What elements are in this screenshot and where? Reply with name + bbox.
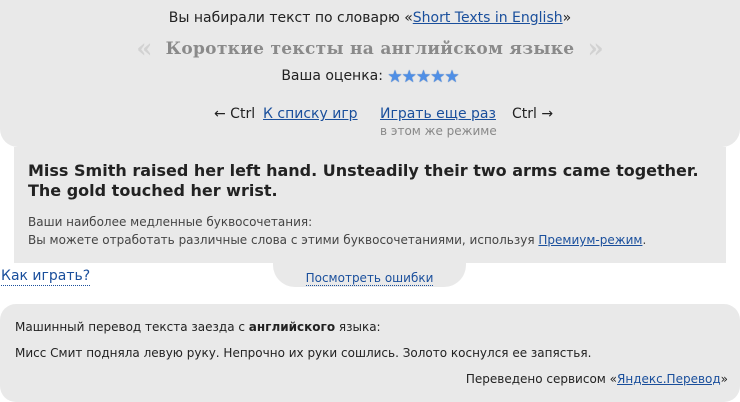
typed-text-panel: Miss Smith raised her left hand. Unstead… <box>14 147 726 263</box>
view-errors-link[interactable]: Посмотреть ошибки <box>305 271 434 286</box>
rating-row: Ваша оценка: ★★★★★ <box>0 68 740 86</box>
slow-combinations-description: Вы можете отработать различные слова с э… <box>28 233 646 247</box>
slow-desc-prefix: Вы можете отработать различные слова с э… <box>28 233 539 247</box>
play-again-subtitle: в этом же режиме <box>380 124 497 138</box>
star-icon[interactable]: ★ <box>387 69 402 86</box>
rating-label: Ваша оценка: <box>281 68 383 84</box>
prev-shortcut-hint: ← Ctrl <box>214 106 256 122</box>
dictionary-suffix: » <box>562 10 572 26</box>
yandex-translate-link[interactable]: Яндекс.Перевод <box>617 372 721 386</box>
translation-credit-suffix: » <box>720 372 728 386</box>
dictionary-prefix: Вы набирали текст по словарю « <box>168 10 413 26</box>
translation-panel: Машинный перевод текста заезда с английс… <box>0 304 740 402</box>
premium-mode-link[interactable]: Премиум-режим <box>538 233 642 247</box>
star-icon[interactable]: ★ <box>416 69 431 86</box>
translation-header: Машинный перевод текста заезда с английс… <box>15 320 381 334</box>
left-quote-icon: « <box>136 34 153 64</box>
typed-text: Miss Smith raised her left hand. Unstead… <box>28 161 699 200</box>
translation-credit: Переведено сервисом «Яндекс.Перевод» <box>466 372 728 386</box>
title-row: « Короткие тексты на английском языке » <box>0 34 740 64</box>
dictionary-line: Вы набирали текст по словарю «Short Text… <box>0 10 740 26</box>
right-quote-icon: » <box>587 34 604 64</box>
translation-credit-prefix: Переведено сервисом « <box>465 372 618 386</box>
play-again-link[interactable]: Играть еще раз <box>380 106 496 122</box>
view-errors-tab[interactable]: Посмотреть ошибки <box>273 263 466 287</box>
translation-header-prefix: Машинный перевод текста заезда с <box>15 320 249 334</box>
slow-combinations-label: Ваши наиболее медленные буквосочетания: <box>28 215 313 229</box>
page-title: Короткие тексты на английском языке <box>165 39 575 59</box>
rating-stars[interactable]: ★★★★★ <box>387 69 459 86</box>
star-icon[interactable]: ★ <box>402 69 417 86</box>
dictionary-link[interactable]: Short Texts in English <box>413 10 563 26</box>
translation-text: Мисс Смит подняла левую руку. Непрочно и… <box>15 346 592 360</box>
slow-desc-suffix: . <box>642 233 647 247</box>
games-list-link[interactable]: К списку игр <box>263 106 358 122</box>
translation-language: английского <box>248 320 336 334</box>
result-header-panel: Вы набирали текст по словарю «Short Text… <box>0 0 740 147</box>
star-icon[interactable]: ★ <box>444 69 459 86</box>
translation-header-suffix: языка: <box>335 320 381 334</box>
next-shortcut-hint: Ctrl → <box>512 106 554 122</box>
how-to-play-link[interactable]: Как играть? <box>1 268 91 286</box>
